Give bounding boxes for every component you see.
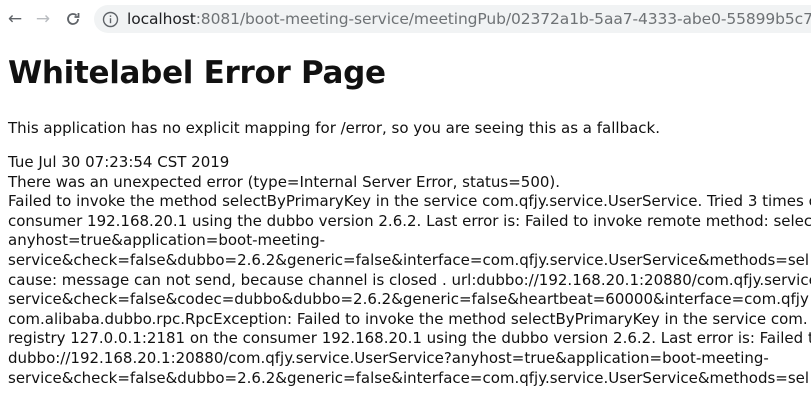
forward-arrow-icon[interactable]: → [30,6,56,32]
error-line: service&check=false&dubbo=2.6.2&generic=… [8,368,810,387]
error-line: service&check=false&dubbo=2.6.2&generic=… [8,250,810,269]
address-bar[interactable]: localhost:8081/boot-meeting-service/meet… [94,5,811,33]
error-line: registry 127.0.0.1:2181 on the consumer … [8,329,811,348]
page-content: Whitelabel Error Page This application h… [8,48,811,387]
url-path: :8081/boot-meeting-service/meetingPub/02… [195,10,811,28]
error-line: Failed to invoke the method selectByPrim… [8,192,811,211]
error-line: dubbo://192.168.20.1:20880/com.qfjy.serv… [8,348,769,367]
reload-icon[interactable] [60,6,86,32]
browser-toolbar: ← → localhost:8081/boot-meeting-service/… [0,0,811,38]
error-line: anyhost=true&application=boot-meeting- [8,231,326,250]
error-line: cause: message can not send, because cha… [8,270,811,289]
url-host: localhost [127,10,196,28]
error-line: There was an unexpected error (type=Inte… [8,172,561,191]
error-details: Tue Jul 30 07:23:54 CST 2019 There was a… [8,153,811,388]
info-icon[interactable] [102,10,119,28]
fallback-message: This application has no explicit mapping… [8,119,660,137]
error-line: consumer 192.168.20.1 using the dubbo ve… [8,211,811,230]
error-line: service&check=false&codec=dubbo&dubbo=2.… [8,290,809,309]
back-arrow-icon[interactable]: ← [2,6,28,32]
error-line: com.alibaba.dubbo.rpc.RpcException: Fail… [8,309,808,328]
error-timestamp: Tue Jul 30 07:23:54 CST 2019 [8,153,230,171]
page-title: Whitelabel Error Page [8,55,386,91]
